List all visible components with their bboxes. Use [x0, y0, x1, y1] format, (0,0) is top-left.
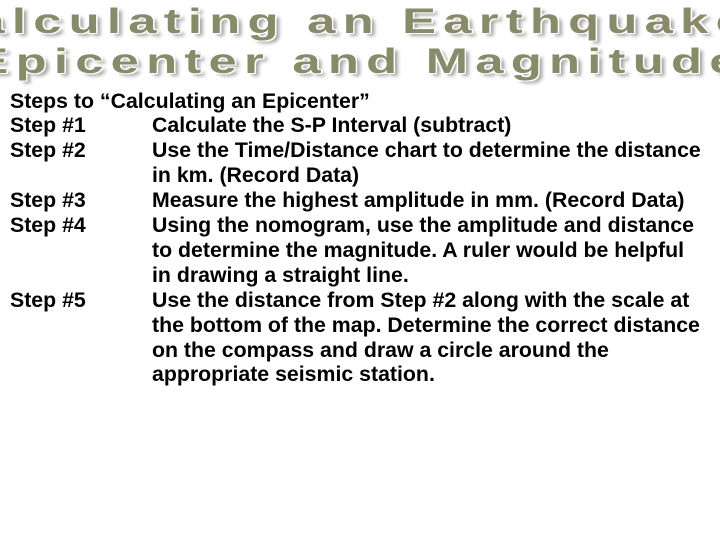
step-row: Step #5 Use the distance from Step #2 al… [10, 288, 710, 388]
title-line-1: Calculating an Earthquakes [0, 2, 720, 42]
step-text: Use the Time/Distance chart to determine… [152, 138, 710, 188]
step-label: Step #4 [10, 213, 152, 288]
step-text: Calculate the S-P Interval (subtract) [152, 113, 710, 138]
step-row: Step #2 Use the Time/Distance chart to d… [10, 138, 710, 188]
step-row: Step #1 Calculate the S-P Interval (subt… [10, 113, 710, 138]
slide: Calculating an Earthquakes Epicenter and… [0, 0, 720, 540]
slide-title: Calculating an Earthquakes Epicenter and… [0, 0, 720, 83]
title-line-2: Epicenter and Magnitude [0, 42, 720, 82]
slide-body: Steps to “Calculating an Epicenter” Step… [0, 83, 720, 388]
steps-heading: Steps to “Calculating an Epicenter” [10, 89, 710, 114]
step-label: Step #5 [10, 288, 152, 388]
step-text: Use the distance from Step #2 along with… [152, 288, 710, 388]
step-row: Step #3 Measure the highest amplitude in… [10, 188, 710, 213]
step-label: Step #2 [10, 138, 152, 188]
step-row: Step #4 Using the nomogram, use the ampl… [10, 213, 710, 288]
step-label: Step #1 [10, 113, 152, 138]
step-text: Using the nomogram, use the amplitude an… [152, 213, 710, 288]
step-text: Measure the highest amplitude in mm. (Re… [152, 188, 710, 213]
step-label: Step #3 [10, 188, 152, 213]
